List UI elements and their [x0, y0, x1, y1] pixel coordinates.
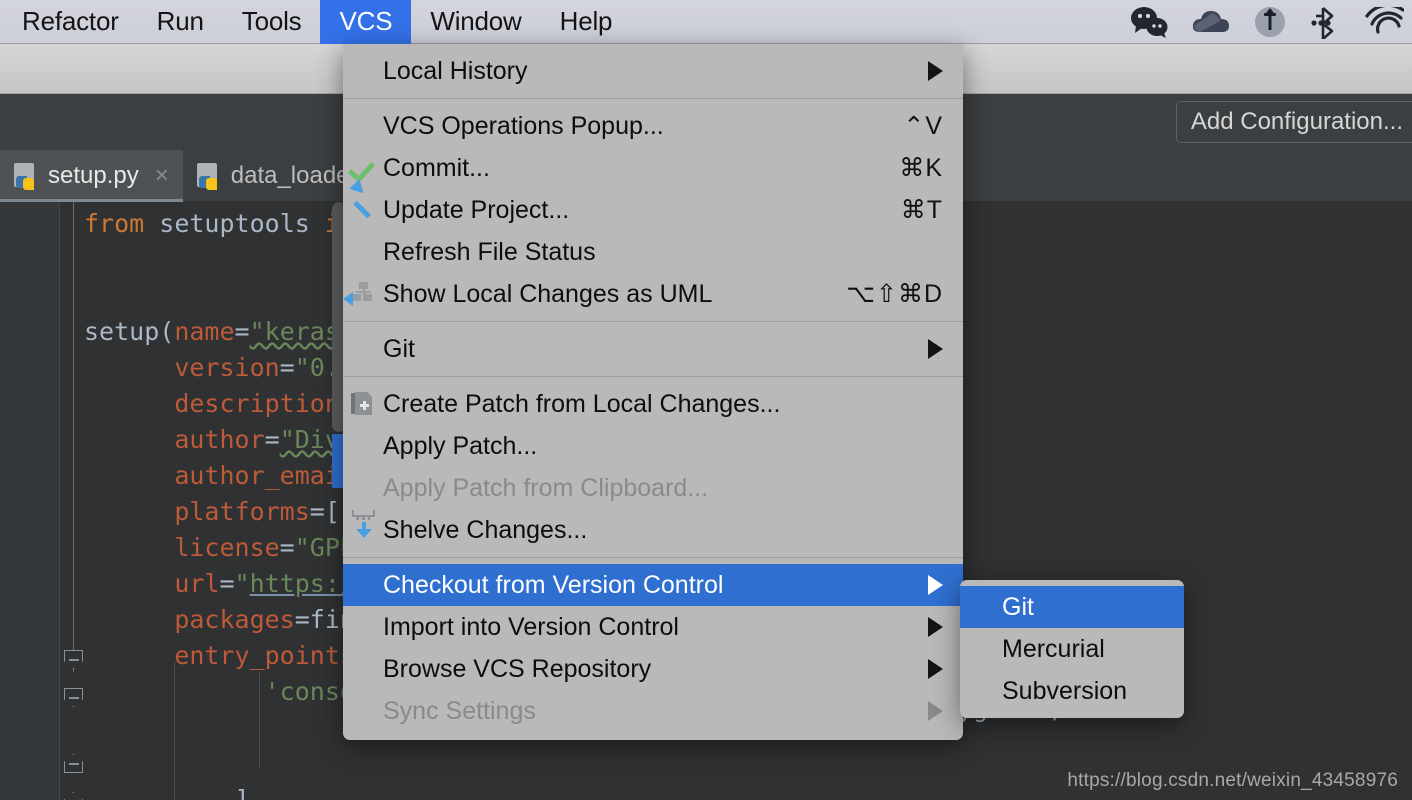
checkout-submenu: Git Mercurial Subversion: [960, 580, 1184, 718]
check-icon: [351, 155, 377, 181]
fold-marker[interactable]: [64, 650, 83, 669]
submenu-arrow-icon: [928, 701, 943, 721]
menu-item-sync-settings: Sync Settings: [343, 690, 963, 732]
menu-item-create-patch[interactable]: Create Patch from Local Changes...: [343, 383, 963, 425]
wechat-icon[interactable]: [1130, 5, 1170, 39]
menu-item-label: Import into Version Control: [383, 612, 679, 641]
menu-item-checkout-from-version-control[interactable]: Checkout from Version Control: [343, 564, 963, 606]
code-folding-rail: [73, 202, 74, 672]
submenu-arrow-icon: [928, 575, 943, 595]
tab-setup-py[interactable]: setup.py ×: [0, 150, 183, 202]
menu-item-label: VCS Operations Popup...: [383, 111, 664, 140]
menu-item-update-project[interactable]: Update Project... ⌘T: [343, 189, 963, 231]
menu-item-label: Apply Patch from Clipboard...: [383, 473, 709, 502]
add-configuration-button[interactable]: Add Configuration...: [1175, 101, 1412, 143]
watermark-url: https://blog.csdn.net/weixin_43458976: [1067, 770, 1398, 791]
uml-icon: [343, 281, 377, 307]
fold-marker[interactable]: [64, 754, 83, 773]
menu-item-shortcut: ⌘K: [899, 154, 943, 182]
menu-item-apply-patch[interactable]: Apply Patch...: [343, 425, 963, 467]
menu-separator: [343, 321, 963, 322]
menu-vcs[interactable]: VCS: [320, 0, 412, 44]
submenu-arrow-icon: [928, 617, 943, 637]
cloud-icon[interactable]: [1192, 7, 1230, 37]
menu-item-label: Create Patch from Local Changes...: [383, 389, 781, 418]
menu-item-label: Apply Patch...: [383, 431, 538, 460]
shield-icon[interactable]: [1252, 4, 1288, 40]
menu-item-vcs-operations-popup[interactable]: VCS Operations Popup... ⌃V: [343, 105, 963, 147]
menu-item-shortcut: ⌘T: [900, 196, 943, 224]
submenu-arrow-icon: [928, 61, 943, 81]
menu-item-label: Update Project...: [383, 195, 570, 224]
menu-item-commit[interactable]: Commit... ⌘K: [343, 147, 963, 189]
menu-tools[interactable]: Tools: [223, 0, 321, 44]
shelve-icon: [351, 510, 377, 543]
patch-icon: [351, 391, 377, 417]
menu-bar-items: Refactor Run Tools VCS Window Help: [0, 0, 631, 44]
menu-item-git[interactable]: Git: [343, 328, 963, 370]
menu-run[interactable]: Run: [138, 0, 223, 44]
menu-item-import-into-version-control[interactable]: Import into Version Control: [343, 606, 963, 648]
menu-item-shortcut: ⌥⇧⌘D: [846, 280, 943, 308]
vcs-dropdown-menu: Local History VCS Operations Popup... ⌃V…: [343, 44, 963, 740]
wifi-icon[interactable]: [1364, 6, 1404, 37]
menu-item-label: Local History: [383, 56, 528, 85]
submenu-arrow-icon: [928, 659, 943, 679]
menu-item-label: Sync Settings: [383, 696, 536, 725]
menu-item-label: Commit...: [383, 153, 490, 182]
menu-item-apply-patch-from-clipboard: Apply Patch from Clipboard...: [343, 467, 963, 509]
menu-help[interactable]: Help: [541, 0, 632, 44]
menu-item-label: Checkout from Version Control: [383, 570, 724, 599]
menu-item-local-history[interactable]: Local History: [343, 50, 963, 92]
update-arrow-icon: [351, 197, 377, 223]
menu-item-show-local-changes-as-uml[interactable]: Show Local Changes as UML ⌥⇧⌘D: [343, 273, 963, 315]
tab-close-icon[interactable]: ×: [155, 162, 169, 190]
menu-item-shortcut: ⌃V: [903, 112, 943, 140]
menu-refactor[interactable]: Refactor: [0, 0, 138, 44]
menu-item-label: Refresh File Status: [383, 237, 596, 266]
submenu-item-mercurial[interactable]: Mercurial: [960, 628, 1184, 670]
screenshot-root: from setuptools imp setup(name="keras_s …: [0, 0, 1412, 800]
menu-separator: [343, 557, 963, 558]
menu-window[interactable]: Window: [411, 0, 540, 44]
editor-gutter: [0, 202, 60, 800]
submenu-item-subversion[interactable]: Subversion: [960, 670, 1184, 712]
menu-item-label: Shelve Changes...: [383, 515, 588, 544]
submenu-arrow-icon: [928, 339, 943, 359]
submenu-item-git[interactable]: Git: [960, 586, 1184, 628]
code-text: from setuptools imp setup(name="keras_s …: [84, 209, 371, 800]
menu-item-refresh-file-status[interactable]: Refresh File Status: [343, 231, 963, 273]
menu-item-label: Git: [383, 334, 415, 363]
fold-marker[interactable]: [64, 688, 83, 707]
python-file-icon: [195, 163, 221, 190]
tab-label: setup.py: [48, 162, 139, 189]
menu-item-label: Browse VCS Repository: [383, 654, 652, 683]
menu-item-browse-vcs-repository[interactable]: Browse VCS Repository: [343, 648, 963, 690]
fold-marker[interactable]: [64, 792, 83, 800]
menu-item-shelve-changes[interactable]: Shelve Changes...: [343, 509, 963, 551]
mac-menu-bar: Refactor Run Tools VCS Window Help: [0, 0, 1412, 44]
python-file-icon: [12, 163, 38, 190]
bluetooth-icon[interactable]: [1310, 5, 1342, 39]
menu-bar-status-icons: [1130, 4, 1412, 40]
menu-separator: [343, 376, 963, 377]
menu-separator: [343, 98, 963, 99]
menu-item-label: Show Local Changes as UML: [383, 279, 713, 308]
